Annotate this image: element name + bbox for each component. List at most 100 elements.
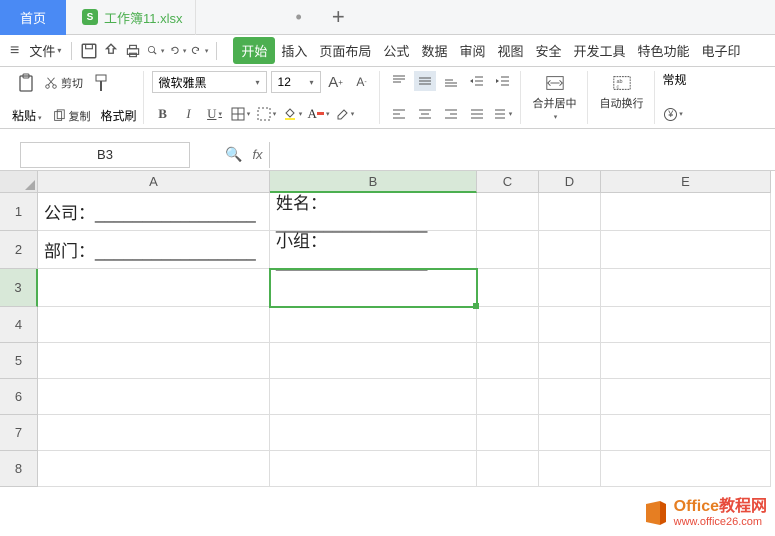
- cell-E7[interactable]: [601, 415, 771, 451]
- ribbon-tab-view[interactable]: 视图: [491, 37, 529, 64]
- row-header-4[interactable]: 4: [0, 307, 38, 343]
- decrease-indent-icon[interactable]: [466, 71, 488, 91]
- cell-B6[interactable]: [270, 379, 477, 415]
- cell-A2[interactable]: 部门：_________________: [38, 231, 270, 269]
- cell-B2[interactable]: 小组：________________: [270, 231, 477, 269]
- cell-B8[interactable]: [270, 451, 477, 487]
- cell-B7[interactable]: [270, 415, 477, 451]
- cell-B3[interactable]: [270, 269, 477, 307]
- cell-D5[interactable]: [539, 343, 601, 379]
- cell-C1[interactable]: [477, 193, 539, 231]
- italic-button[interactable]: I: [178, 104, 200, 124]
- ribbon-tab-dev[interactable]: 开发工具: [568, 37, 632, 64]
- cell-E4[interactable]: [601, 307, 771, 343]
- copy-button[interactable]: 复制: [52, 108, 91, 124]
- row-header-3[interactable]: 3: [0, 269, 38, 307]
- add-tab-button[interactable]: +: [332, 4, 345, 30]
- col-header-E[interactable]: E: [601, 171, 771, 193]
- tab-workbook[interactable]: S 工作簿11.xlsx: [70, 0, 196, 35]
- row-header-1[interactable]: 1: [0, 193, 38, 231]
- cell-C8[interactable]: [477, 451, 539, 487]
- cell-A4[interactable]: [38, 307, 270, 343]
- ribbon-tab-electronic[interactable]: 电子印: [696, 37, 747, 64]
- undo-icon[interactable]: [168, 42, 186, 60]
- font-name-select[interactable]: 微软雅黑▾: [152, 71, 267, 93]
- hamburger-icon[interactable]: ≡: [6, 42, 23, 60]
- row-header-5[interactable]: 5: [0, 343, 38, 379]
- select-all-corner[interactable]: [0, 171, 38, 193]
- cell-C5[interactable]: [477, 343, 539, 379]
- align-right-icon[interactable]: [440, 104, 462, 124]
- paste-button[interactable]: [12, 71, 40, 95]
- share-icon[interactable]: [102, 42, 120, 60]
- cell-C3[interactable]: [477, 269, 539, 307]
- cell-A1[interactable]: 公司：_________________: [38, 193, 270, 231]
- align-middle-icon[interactable]: [414, 71, 436, 91]
- col-header-A[interactable]: A: [38, 171, 270, 193]
- cell-D8[interactable]: [539, 451, 601, 487]
- cell-E2[interactable]: [601, 231, 771, 269]
- cell-A6[interactable]: [38, 379, 270, 415]
- font-size-select[interactable]: 12▾: [271, 71, 321, 93]
- cell-A5[interactable]: [38, 343, 270, 379]
- cell-E5[interactable]: [601, 343, 771, 379]
- cell-D1[interactable]: [539, 193, 601, 231]
- row-header-7[interactable]: 7: [0, 415, 38, 451]
- ribbon-tab-start[interactable]: 开始: [233, 37, 275, 64]
- cell-D4[interactable]: [539, 307, 601, 343]
- cell-C4[interactable]: [477, 307, 539, 343]
- cell-D7[interactable]: [539, 415, 601, 451]
- cell-style-button[interactable]: [256, 104, 278, 124]
- cut-button[interactable]: 剪切: [44, 75, 83, 91]
- ribbon-tab-formula[interactable]: 公式: [377, 37, 415, 64]
- cell-B1[interactable]: 姓名：________________: [270, 193, 477, 231]
- cell-C2[interactable]: [477, 231, 539, 269]
- row-header-2[interactable]: 2: [0, 231, 38, 269]
- cell-C6[interactable]: [477, 379, 539, 415]
- paste-label[interactable]: 粘贴: [12, 107, 42, 124]
- underline-button[interactable]: U: [204, 104, 226, 124]
- cell-A3[interactable]: [38, 269, 270, 307]
- fx-icon[interactable]: fx: [252, 147, 262, 162]
- orientation-icon[interactable]: [492, 104, 514, 124]
- wrap-text-button[interactable]: abc 自动换行: [596, 71, 648, 113]
- justify-icon[interactable]: [466, 104, 488, 124]
- file-menu[interactable]: 文件: [27, 41, 63, 60]
- align-left-icon[interactable]: [388, 104, 410, 124]
- ribbon-tab-data[interactable]: 数据: [415, 37, 453, 64]
- ribbon-tab-special[interactable]: 特色功能: [632, 37, 696, 64]
- border-button[interactable]: [230, 104, 252, 124]
- ribbon-tab-page-layout[interactable]: 页面布局: [313, 37, 377, 64]
- tab-home[interactable]: 首页: [0, 0, 66, 35]
- cell-C7[interactable]: [477, 415, 539, 451]
- cell-E8[interactable]: [601, 451, 771, 487]
- cell-E1[interactable]: [601, 193, 771, 231]
- cell-D3[interactable]: [539, 269, 601, 307]
- cell-D6[interactable]: [539, 379, 601, 415]
- merge-center-button[interactable]: 合并居中: [529, 71, 581, 123]
- font-color-button[interactable]: A: [308, 104, 330, 124]
- align-center-icon[interactable]: [414, 104, 436, 124]
- ribbon-tab-insert[interactable]: 插入: [275, 37, 313, 64]
- name-box[interactable]: B3: [20, 142, 190, 168]
- format-painter-button[interactable]: [87, 71, 115, 95]
- ribbon-tab-review[interactable]: 审阅: [453, 37, 491, 64]
- ribbon-tab-security[interactable]: 安全: [529, 37, 567, 64]
- align-top-icon[interactable]: [388, 71, 410, 91]
- search-function-icon[interactable]: 🔍: [225, 146, 242, 163]
- formula-input[interactable]: [269, 142, 775, 168]
- cell-E6[interactable]: [601, 379, 771, 415]
- cell-D2[interactable]: [539, 231, 601, 269]
- cell-B5[interactable]: [270, 343, 477, 379]
- align-bottom-icon[interactable]: [440, 71, 462, 91]
- currency-icon[interactable]: ¥: [663, 104, 685, 124]
- fill-color-button[interactable]: [282, 104, 304, 124]
- bold-button[interactable]: B: [152, 104, 174, 124]
- col-header-C[interactable]: C: [477, 171, 539, 193]
- decrease-font-icon[interactable]: A-: [351, 72, 373, 92]
- increase-indent-icon[interactable]: [492, 71, 514, 91]
- redo-icon[interactable]: [190, 42, 208, 60]
- col-header-D[interactable]: D: [539, 171, 601, 193]
- print-preview-icon[interactable]: [146, 42, 164, 60]
- clear-format-button[interactable]: [334, 104, 356, 124]
